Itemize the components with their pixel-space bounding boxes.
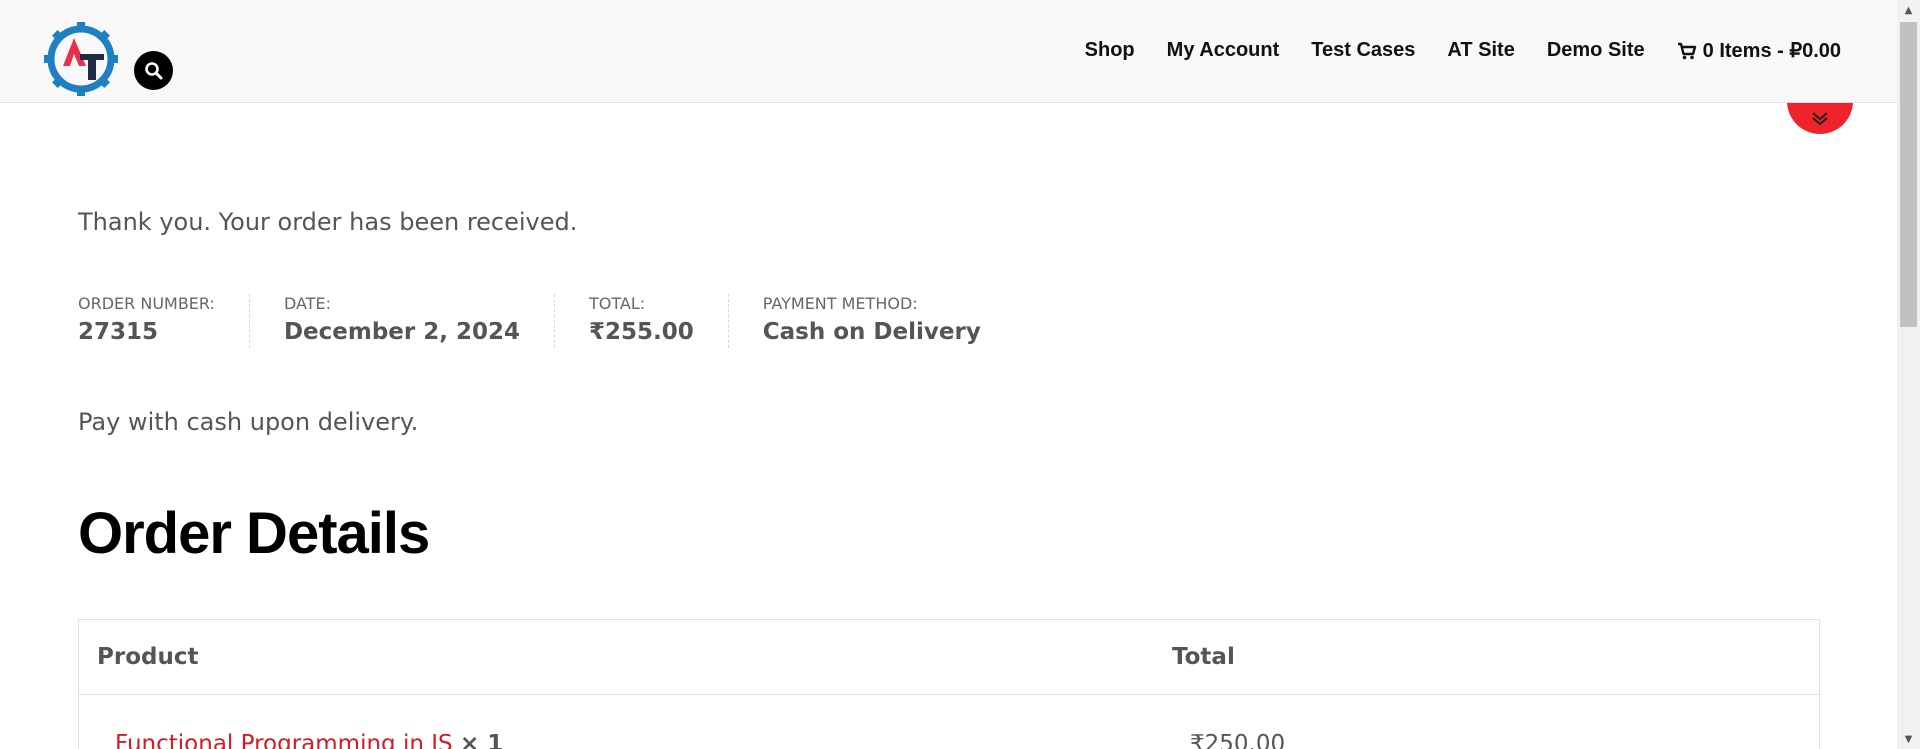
- page-scrollbar[interactable]: ▲ ▼: [1897, 0, 1920, 749]
- order-overview: Order number: 27315 Date: December 2, 20…: [78, 294, 1015, 348]
- nav-cart[interactable]: 0 Items - ₽0.00: [1677, 38, 1841, 63]
- gear-logo-icon: [44, 22, 118, 96]
- page: Shop My Account Test Cases AT Site Demo …: [0, 0, 1920, 749]
- nav-my-account[interactable]: My Account: [1167, 39, 1280, 62]
- cart-summary: 0 Items - ₽0.00: [1702, 40, 1841, 62]
- date-value: December 2, 2024: [283, 319, 521, 345]
- overview-date: Date: December 2, 2024: [248, 294, 554, 348]
- total-label: Total:: [589, 294, 646, 313]
- search-icon: [144, 61, 162, 79]
- main-nav: Shop My Account Test Cases AT Site Demo …: [1085, 38, 1841, 63]
- product-quantity: × 1: [459, 731, 504, 749]
- column-header-product: Product: [97, 644, 199, 670]
- payment-note: Pay with cash upon delivery.: [78, 408, 419, 436]
- thank-you-notice: Thank you. Your order has been received.: [78, 208, 578, 236]
- product-link[interactable]: Functional Programming in JS: [115, 731, 453, 749]
- scrollbar-thumb[interactable]: [1900, 22, 1917, 327]
- nav-demo-site[interactable]: Demo Site: [1547, 39, 1645, 62]
- column-header-total: Total: [1172, 644, 1235, 670]
- payment-method-value: Cash on Delivery: [762, 319, 981, 345]
- table-header-row: Product Total: [79, 620, 1819, 695]
- scroll-down-arrow-icon[interactable]: ▼: [1897, 729, 1920, 749]
- overview-payment-method: Payment method: Cash on Delivery: [727, 294, 1015, 348]
- product-total: ₹250.00: [1190, 731, 1286, 749]
- overview-order-number: Order number: 27315: [78, 294, 249, 348]
- payment-method-label: Payment method:: [762, 294, 918, 313]
- nav-shop[interactable]: Shop: [1085, 39, 1135, 62]
- nav-test-cases[interactable]: Test Cases: [1311, 39, 1415, 62]
- site-header: Shop My Account Test Cases AT Site Demo …: [0, 0, 1897, 103]
- order-number-label: Order number:: [78, 294, 215, 313]
- double-chevron-down-icon: [1812, 112, 1828, 126]
- total-value: ₹255.00: [589, 319, 694, 345]
- product-cell: Functional Programming in JS × 1: [115, 731, 503, 749]
- date-label: Date:: [283, 294, 331, 313]
- search-button[interactable]: [134, 51, 173, 90]
- nav-at-site[interactable]: AT Site: [1447, 39, 1514, 62]
- scroll-up-arrow-icon[interactable]: ▲: [1897, 0, 1920, 20]
- cart-icon: [1677, 42, 1696, 59]
- table-row: Functional Programming in JS × 1 ₹250.00: [79, 695, 1819, 749]
- site-logo[interactable]: [42, 20, 120, 98]
- order-details-title: Order Details: [78, 501, 430, 566]
- overview-total: Total: ₹255.00: [554, 294, 728, 348]
- order-details-table: Product Total Functional Programming in …: [78, 619, 1820, 749]
- order-number-value: 27315: [78, 319, 159, 345]
